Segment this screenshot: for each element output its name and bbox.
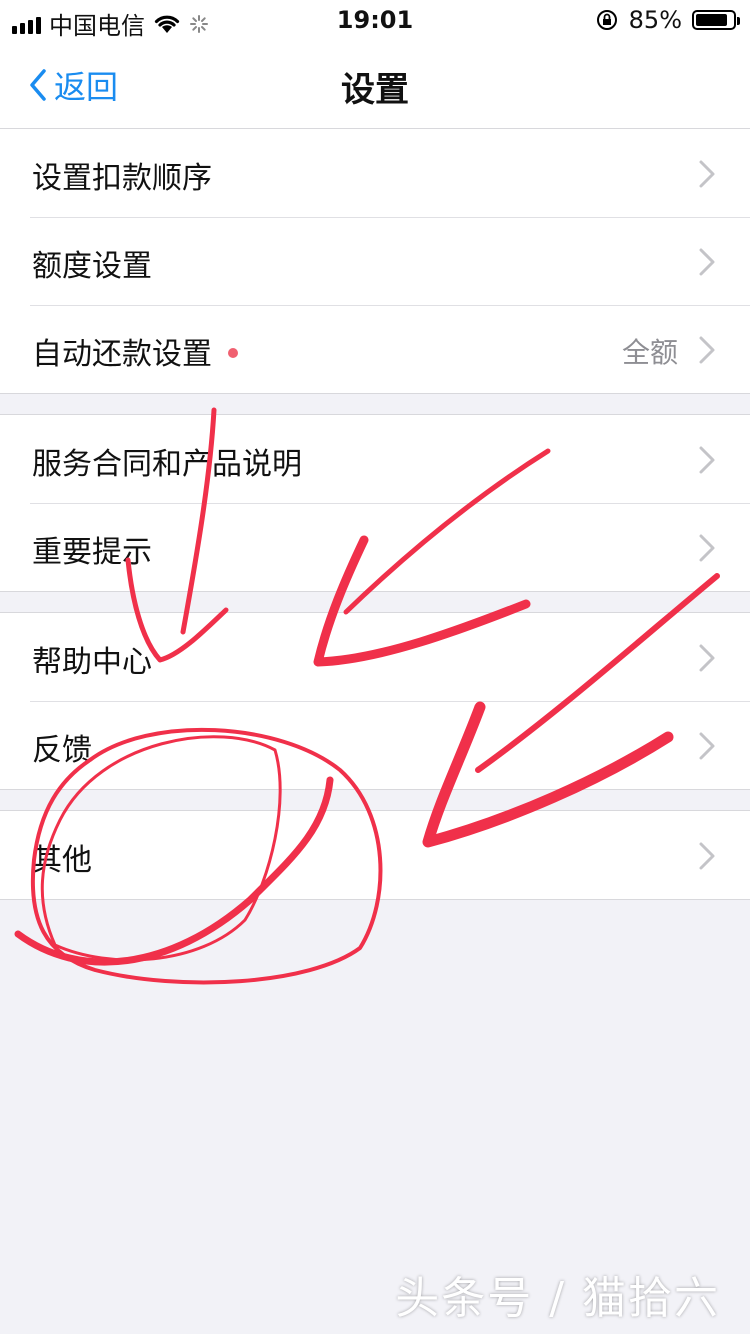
chevron-right-icon bbox=[699, 842, 715, 870]
status-bar: 中国电信 19:01 85% bbox=[0, 0, 750, 40]
list-item-label: 设置扣款顺序 bbox=[32, 161, 212, 196]
settings-group-payment: 设置扣款顺序 额度设置 自动还款设置 全额 bbox=[0, 128, 750, 394]
list-item-value: 全额 bbox=[621, 336, 678, 369]
watermark: 头条号 / 猫拾六 bbox=[395, 1273, 720, 1324]
orientation-lock-icon bbox=[596, 10, 617, 30]
chevron-right-icon bbox=[699, 248, 715, 276]
list-item-other[interactable]: 其他 bbox=[0, 811, 750, 899]
list-item-label: 反馈 bbox=[32, 733, 92, 768]
chevron-right-icon bbox=[699, 446, 715, 474]
list-item-feedback[interactable]: 反馈 bbox=[0, 701, 750, 789]
list-item-label: 额度设置 bbox=[32, 249, 152, 284]
settings-group-help: 帮助中心 反馈 bbox=[0, 612, 750, 790]
chevron-right-icon bbox=[699, 534, 715, 562]
settings-group-other: 其他 bbox=[0, 810, 750, 900]
list-item-contract[interactable]: 服务合同和产品说明 bbox=[0, 415, 750, 503]
list-item-label: 自动还款设置 bbox=[32, 329, 238, 373]
chevron-right-icon bbox=[699, 732, 715, 760]
battery-percent: 85% bbox=[628, 6, 682, 34]
page-title: 设置 bbox=[341, 70, 409, 110]
battery-icon bbox=[692, 10, 740, 30]
list-item-label: 帮助中心 bbox=[32, 645, 152, 680]
list-item-label: 重要提示 bbox=[32, 535, 152, 570]
list-item-auto-repay[interactable]: 自动还款设置 全额 bbox=[0, 305, 750, 393]
notification-dot-icon bbox=[228, 347, 238, 358]
chevron-right-icon bbox=[699, 160, 715, 188]
list-item-important-notice[interactable]: 重要提示 bbox=[0, 503, 750, 591]
list-item-limit-settings[interactable]: 额度设置 bbox=[0, 217, 750, 305]
status-right: 85% bbox=[595, 6, 740, 34]
list-item-deduction-order[interactable]: 设置扣款顺序 bbox=[0, 129, 750, 217]
navigation-bar: 返回 设置 bbox=[0, 40, 750, 129]
chevron-right-icon bbox=[699, 644, 715, 672]
settings-group-docs: 服务合同和产品说明 重要提示 bbox=[0, 414, 750, 592]
list-item-label: 服务合同和产品说明 bbox=[32, 447, 302, 482]
list-item-help-center[interactable]: 帮助中心 bbox=[0, 613, 750, 701]
list-item-label: 其他 bbox=[32, 843, 92, 878]
chevron-right-icon bbox=[699, 336, 715, 364]
